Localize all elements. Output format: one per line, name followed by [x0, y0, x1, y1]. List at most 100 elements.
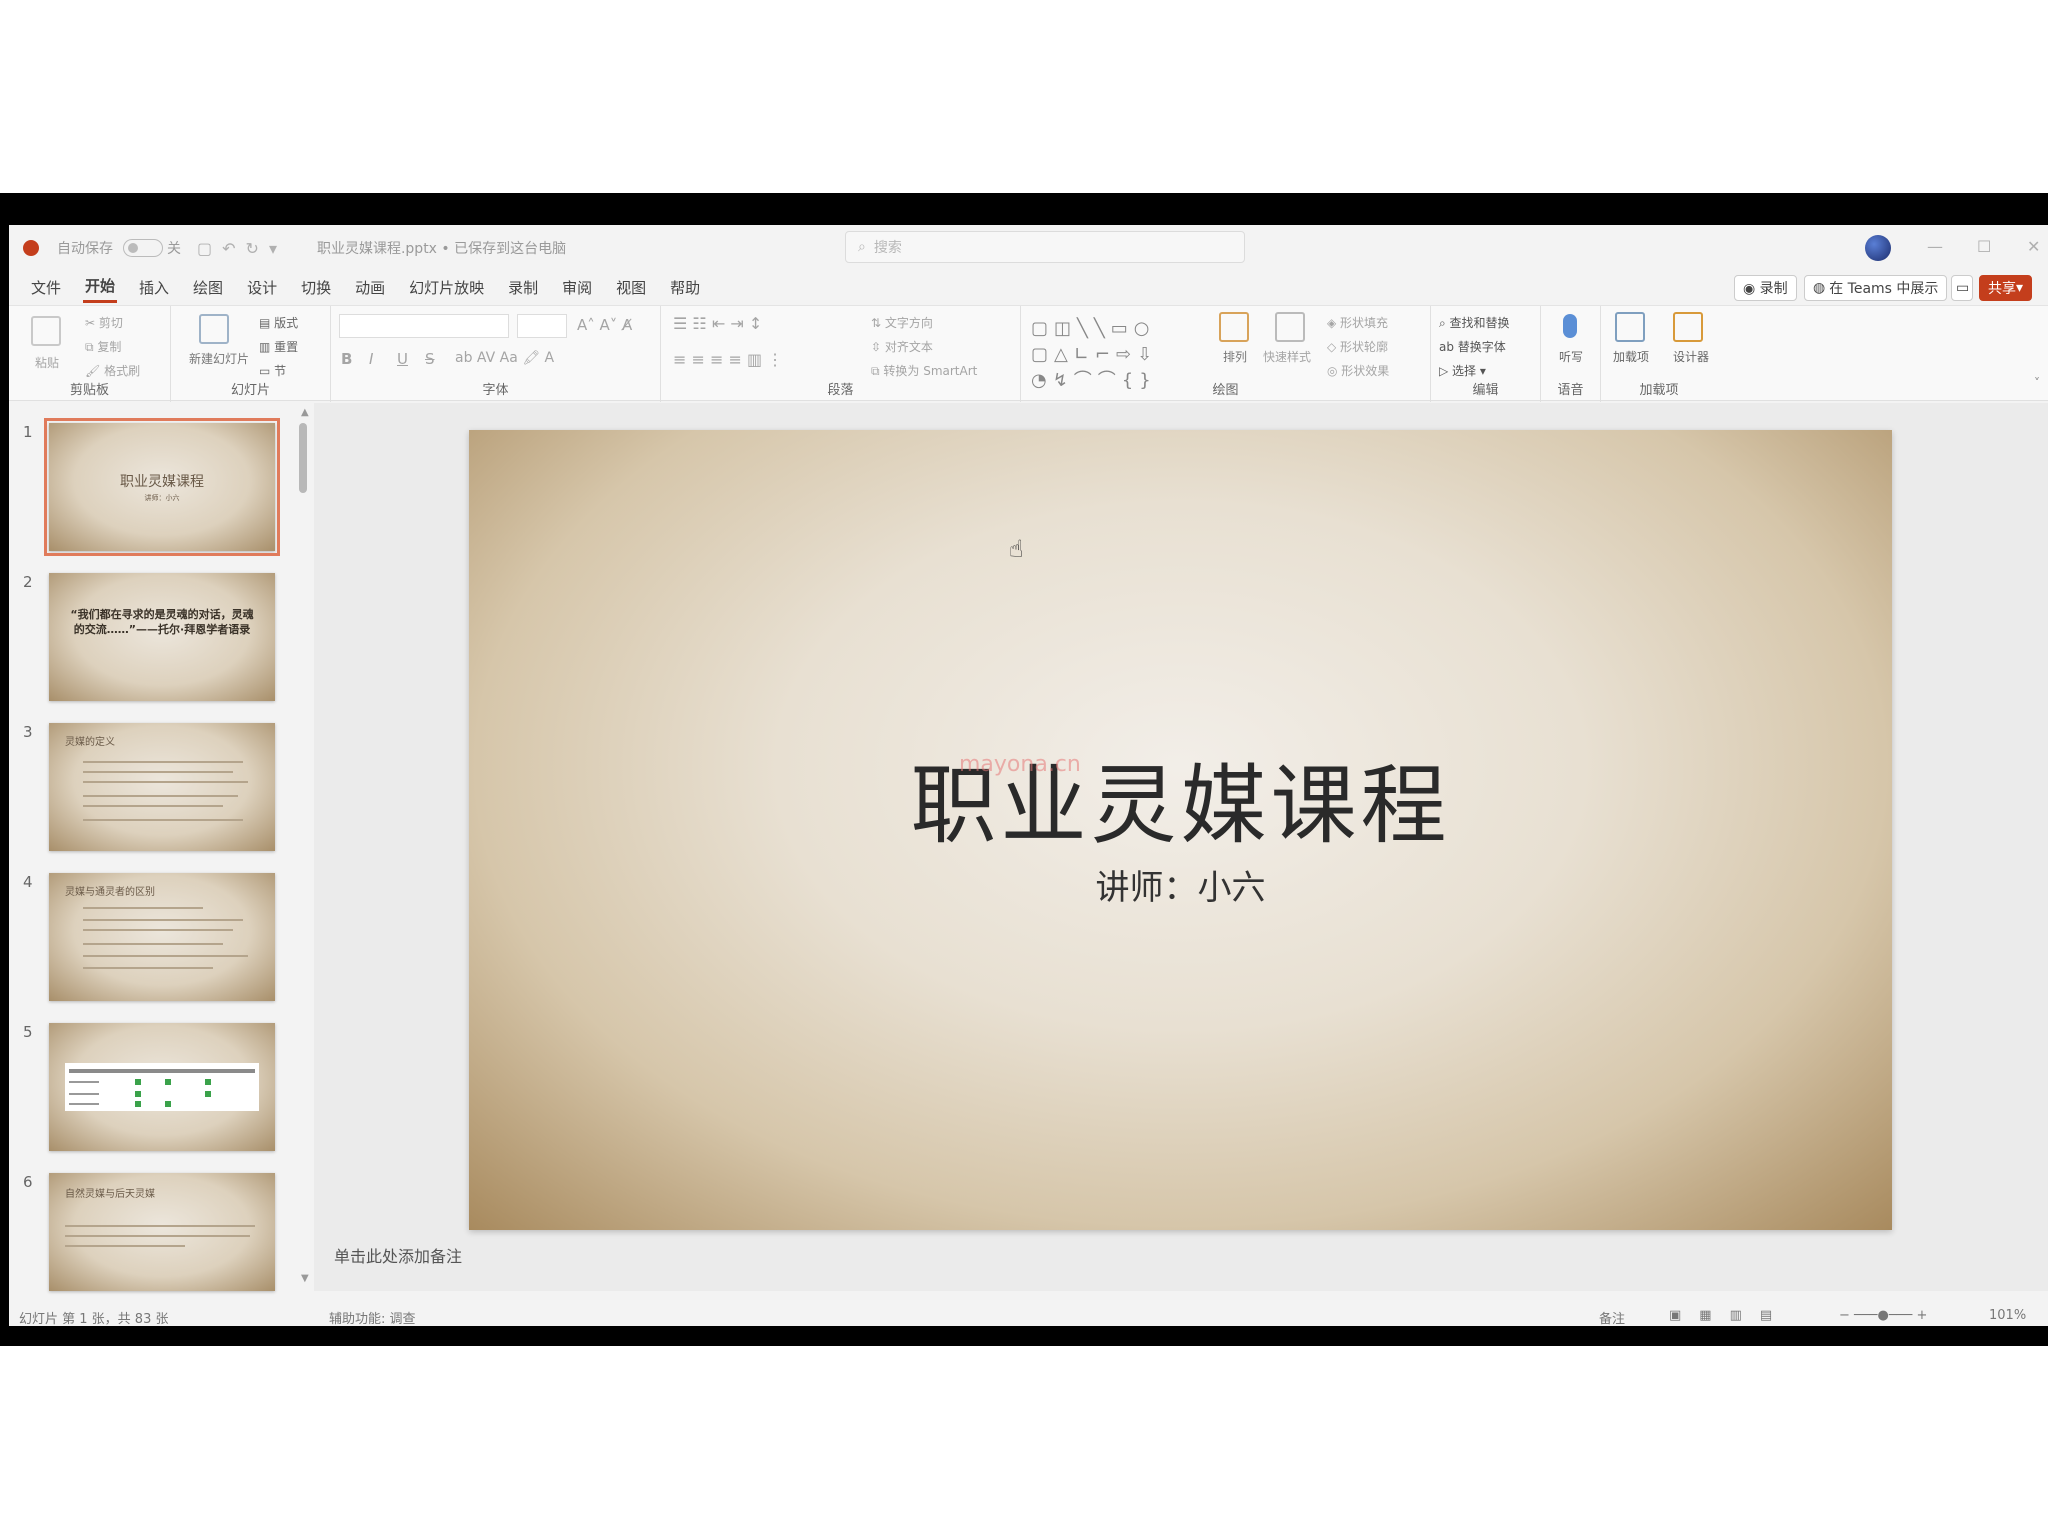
font-grow-shrink-icons[interactable]: A˄ A˅ A̸	[577, 316, 632, 334]
arrange-icon[interactable]	[1219, 312, 1249, 342]
thumbnail-image[interactable]: 灵媒的定义	[49, 723, 275, 851]
font-more-icons[interactable]: ab AV Aa 🖍 A	[455, 350, 554, 366]
align-text-button[interactable]: ⇳ 对齐文本	[871, 338, 933, 355]
thumbnail-image[interactable]: 职业灵媒课程 讲师：小六	[44, 418, 280, 556]
quick-styles-button[interactable]: 快速样式	[1263, 348, 1311, 365]
clipboard-group: 粘贴 ✂ 剪切 ⧉ 复制 🖌 格式刷 剪贴板	[9, 306, 171, 402]
watermark-text: mayona.cn	[959, 752, 1081, 777]
document-filename[interactable]: 职业灵媒课程.pptx • 已保存到这台电脑	[317, 238, 566, 258]
thumbnail-number: 1	[23, 423, 33, 441]
thumbnails-scrollbar[interactable]	[299, 423, 307, 493]
designer-button[interactable]: 设计器	[1669, 348, 1713, 365]
reset-button[interactable]: ▥ 重置	[259, 338, 298, 355]
tab-animations[interactable]: 动画	[353, 273, 387, 302]
quick-styles-icon[interactable]	[1275, 312, 1305, 342]
slide-count: 幻灯片 第 1 张，共 83 张	[19, 1312, 169, 1326]
find-replace-button[interactable]: ⌕ 查找和替换	[1439, 314, 1510, 331]
paste-icon[interactable]	[31, 316, 61, 346]
tab-review[interactable]: 审阅	[560, 273, 594, 302]
arrange-button[interactable]: 排列	[1223, 348, 1247, 365]
view-buttons[interactable]: ▣▦▥▤	[1669, 1308, 1790, 1323]
tab-help[interactable]: 帮助	[668, 273, 702, 302]
format-painter-button[interactable]: 🖌 格式刷	[85, 362, 140, 379]
new-slide-icon[interactable]	[199, 314, 229, 344]
bold-button[interactable]: B	[341, 350, 352, 368]
collapse-ribbon-icon[interactable]: ˅	[2034, 376, 2040, 390]
tab-view[interactable]: 视图	[614, 273, 648, 302]
layout-button[interactable]: ▤ 版式	[259, 314, 298, 331]
accessibility-status[interactable]: 辅助功能: 调查	[329, 1308, 416, 1326]
save-icon[interactable]: ▢	[197, 239, 222, 258]
slides-label: 幻灯片	[230, 383, 270, 398]
copy-button[interactable]: ⧉ 复制	[85, 338, 121, 355]
thumbnail-image[interactable]: 灵媒与通灵者的区别	[49, 873, 275, 1001]
thumbnail-number: 6	[23, 1173, 33, 1191]
tab-home[interactable]: 开始	[83, 271, 118, 303]
thumbnail-title: 职业灵媒课程	[120, 474, 204, 490]
present-in-teams-button[interactable]: ◍ 在 Teams 中展示	[1804, 275, 1948, 301]
list-icons[interactable]: ☰ ☷ ⇤ ⇥ ↕	[673, 314, 762, 333]
tab-transitions[interactable]: 切换	[299, 273, 333, 302]
dictate-button[interactable]: 听写	[1559, 348, 1583, 365]
close-button[interactable]: ✕	[2027, 237, 2040, 256]
shape-fill-button[interactable]: ◈ 形状填充	[1327, 314, 1388, 331]
microphone-icon[interactable]	[1563, 314, 1577, 338]
shape-effects-button[interactable]: ◎ 形状效果	[1327, 362, 1389, 379]
maximize-button[interactable]: ☐	[1977, 237, 1991, 256]
addins-button[interactable]: 加载项	[1609, 348, 1653, 365]
font-size-box[interactable]	[517, 314, 567, 338]
thumbnail-title: 自然灵媒与后天灵媒	[65, 1189, 155, 1200]
tab-slideshow[interactable]: 幻灯片放映	[407, 273, 486, 302]
strikethrough-button[interactable]: S	[425, 350, 435, 368]
tab-file[interactable]: 文件	[29, 273, 63, 302]
minimize-button[interactable]: —	[1927, 237, 1943, 256]
ribbon-home: 粘贴 ✂ 剪切 ⧉ 复制 🖌 格式刷 剪贴板 新建幻灯片 ▤ 版式 ▥ 重置 ▭…	[9, 305, 2048, 402]
slide-subtitle[interactable]: 讲师：小六	[469, 860, 1892, 909]
undo-icon[interactable]: ↶	[222, 239, 245, 258]
customize-icon[interactable]: ▾	[269, 239, 287, 258]
align-icons[interactable]: ≡ ≡ ≡ ≡ ▥ ⋮	[673, 350, 783, 369]
record-button[interactable]: ◉ 录制	[1734, 275, 1797, 301]
scroll-up-icon[interactable]: ▲	[301, 407, 309, 418]
tab-record[interactable]: 录制	[506, 273, 540, 302]
smartart-button[interactable]: ⧉ 转换为 SmartArt	[871, 362, 977, 379]
replace-font-button[interactable]: ab 替换字体	[1439, 338, 1506, 355]
italic-button[interactable]: I	[369, 350, 373, 368]
slide-title[interactable]: 职业灵媒课程	[469, 735, 1892, 860]
autosave-toggle[interactable]	[123, 239, 163, 257]
notes-placeholder[interactable]: 单击此处添加备注	[334, 1243, 462, 1267]
select-button[interactable]: ▷ 选择 ▾	[1439, 362, 1486, 379]
thumbnail-image[interactable]	[49, 1023, 275, 1151]
tab-design[interactable]: 设计	[245, 273, 279, 302]
zoom-slider[interactable]: − ───●─── +	[1839, 1308, 1927, 1323]
addins-icon[interactable]	[1615, 312, 1645, 342]
font-name-box[interactable]	[339, 314, 509, 338]
text-direction-button[interactable]: ⇅ 文字方向	[871, 314, 933, 331]
search-box[interactable]: ⌕ 搜索	[845, 231, 1245, 263]
font-group: A˄ A˅ A̸ B I U S ab AV Aa 🖍 A 字体	[331, 306, 661, 402]
comments-button[interactable]: ▭	[1951, 275, 1973, 301]
thumbnail-image[interactable]: “我们都在寻求的是灵魂的对话，灵魂的交流……”——托尔·拜恩学者语录	[49, 573, 275, 701]
current-slide[interactable]: 职业灵媒课程 讲师：小六 mayona.cn ☝	[469, 430, 1892, 1230]
tab-draw[interactable]: 绘图	[191, 273, 225, 302]
section-button[interactable]: ▭ 节	[259, 362, 286, 379]
shape-outline-button[interactable]: ◇ 形状轮廓	[1327, 338, 1388, 355]
notes-toggle[interactable]: 备注	[1599, 1308, 1625, 1326]
designer-icon[interactable]	[1673, 312, 1703, 342]
share-button[interactable]: 共享 ▾	[1979, 275, 2033, 301]
quick-access-toolbar[interactable]: ▢↶↻▾	[197, 239, 287, 258]
zoom-level[interactable]: 101%	[1989, 1308, 2026, 1323]
underline-button[interactable]: U	[397, 350, 408, 368]
tab-insert[interactable]: 插入	[137, 273, 171, 302]
new-slide-button[interactable]: 新建幻灯片	[189, 352, 249, 366]
thumbnail-image[interactable]: 自然灵媒与后天灵媒	[49, 1173, 275, 1291]
share-label: 共享	[1988, 281, 2016, 297]
comment-icon: ▭	[1956, 280, 1970, 296]
user-avatar[interactable]	[1865, 235, 1891, 261]
cut-button[interactable]: ✂ 剪切	[85, 314, 123, 331]
paste-button[interactable]: 粘贴	[35, 354, 59, 371]
scroll-down-icon[interactable]: ▼	[301, 1273, 309, 1284]
redo-icon[interactable]: ↻	[246, 239, 269, 258]
paragraph-label: 段落	[827, 383, 854, 398]
slide-thumbnails-pane: ▲ ▼ 1 职业灵媒课程 讲师：小六 2 “我们都在寻求的是灵魂的对话，灵魂的交…	[9, 403, 314, 1291]
